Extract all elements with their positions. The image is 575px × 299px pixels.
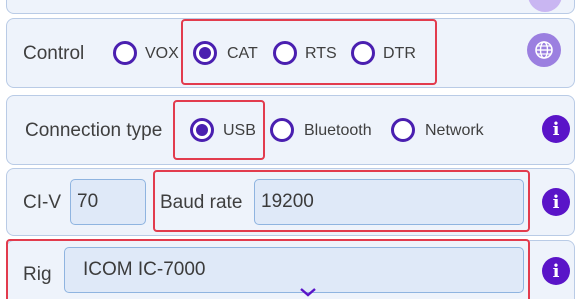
- usb-highlight-box: [173, 100, 265, 160]
- civ-info-button[interactable]: i: [542, 188, 570, 216]
- radio-vox[interactable]: [113, 41, 137, 65]
- info-icon: i: [552, 191, 560, 213]
- info-icon: i: [552, 260, 560, 282]
- radio-network-label: Network: [425, 122, 484, 139]
- connection-panel: Connection type USB Bluetooth Network i: [6, 95, 575, 165]
- connection-info-button[interactable]: i: [542, 115, 570, 143]
- radio-vox-label: VOX: [145, 45, 179, 62]
- control-label: Control: [23, 43, 85, 64]
- info-icon: i: [552, 118, 560, 140]
- radio-network[interactable]: [391, 118, 415, 142]
- rig-info-button[interactable]: i: [542, 257, 570, 285]
- civ-address-field[interactable]: 70: [70, 179, 146, 225]
- civ-label: CI-V: [23, 192, 61, 213]
- globe-icon-glyph: [535, 41, 553, 59]
- rig-highlight-box: [6, 239, 530, 299]
- radio-bluetooth-label: Bluetooth: [304, 122, 372, 139]
- civ-address-value: 70: [77, 191, 99, 212]
- baud-rate-highlight-box: [153, 170, 530, 232]
- radio-bluetooth[interactable]: [270, 118, 294, 142]
- globe-icon[interactable]: [527, 33, 561, 67]
- connection-type-label: Connection type: [25, 120, 163, 141]
- control-highlight-box: [181, 19, 437, 85]
- settings-panel-top: [6, 0, 575, 14]
